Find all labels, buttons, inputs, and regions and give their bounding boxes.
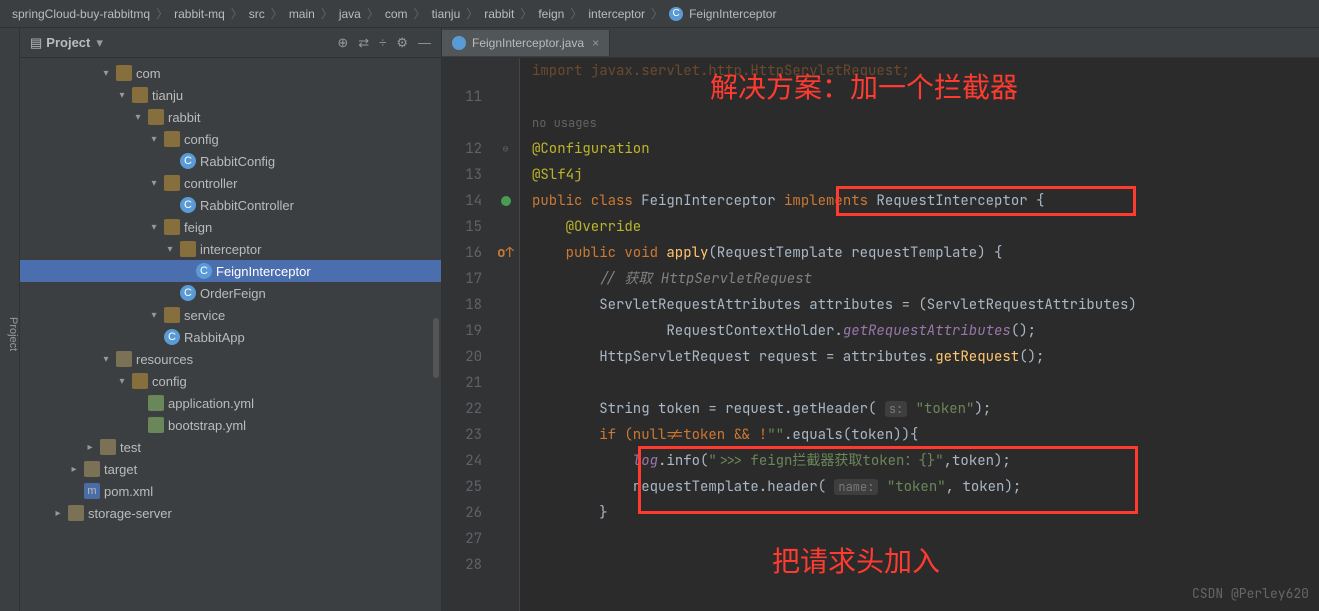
class-icon: C — [180, 197, 196, 213]
project-icon: ▤ — [30, 35, 42, 51]
expand-icon[interactable]: ⇄ — [358, 35, 369, 51]
close-icon[interactable]: × — [592, 36, 599, 50]
folder-open-icon — [164, 307, 180, 323]
crumb[interactable]: src — [249, 7, 265, 21]
class-icon: C — [180, 153, 196, 169]
crumb[interactable]: rabbit — [484, 7, 514, 21]
tree-item[interactable]: ▸storage-server — [20, 502, 441, 524]
tree-item[interactable]: ▾controller — [20, 172, 441, 194]
tree-item[interactable]: CRabbitConfig — [20, 150, 441, 172]
folder-open-icon — [164, 131, 180, 147]
sidebar-header: ▤ Project ▾ ⊕ ⇄ ÷ ⚙ — — [20, 28, 441, 58]
crumb[interactable]: springCloud-buy-rabbitmq — [12, 7, 150, 21]
yml-icon — [148, 417, 164, 433]
project-title: Project — [46, 35, 90, 50]
editor-tabs: FeignInterceptor.java × — [442, 28, 1319, 58]
tree-item[interactable]: COrderFeign — [20, 282, 441, 304]
crumb[interactable]: rabbit-mq — [174, 7, 225, 21]
tree-item[interactable]: ▾feign — [20, 216, 441, 238]
scrollbar[interactable] — [433, 318, 439, 378]
tree-item[interactable]: ▸target — [20, 458, 441, 480]
settings-icon[interactable]: ⚙ — [396, 35, 408, 51]
editor-body[interactable]: 111213141516171819202122232425262728 ⊖o↑… — [442, 58, 1319, 611]
folder-open-icon — [132, 373, 148, 389]
tree-item[interactable]: bootstrap.yml — [20, 414, 441, 436]
folder-open-icon — [132, 87, 148, 103]
crumb[interactable]: FeignInterceptor — [689, 7, 776, 21]
tree-item[interactable]: ▾config — [20, 128, 441, 150]
folder-open-icon — [180, 241, 196, 257]
yml-icon — [148, 395, 164, 411]
tree-item[interactable]: CRabbitController — [20, 194, 441, 216]
project-tree[interactable]: ▾com▾tianju▾rabbit▾configCRabbitConfig▾c… — [20, 58, 441, 611]
folder-open-icon — [148, 109, 164, 125]
gutter-marks: ⊖o↑ — [492, 58, 520, 611]
hide-icon[interactable]: — — [418, 35, 431, 51]
project-sidebar: ▤ Project ▾ ⊕ ⇄ ÷ ⚙ — ▾com▾tianju▾rabbit… — [20, 28, 442, 611]
tree-item[interactable]: application.yml — [20, 392, 441, 414]
no-usages-hint: no usages — [532, 110, 1319, 136]
class-icon: C — [164, 329, 180, 345]
module-icon: m — [84, 483, 100, 499]
collapse-icon[interactable]: ÷ — [379, 35, 386, 51]
tree-item[interactable]: ▾resources — [20, 348, 441, 370]
watermark: CSDN @Perley620 — [1192, 581, 1309, 607]
tree-item[interactable]: CRabbitApp — [20, 326, 441, 348]
folder-icon — [84, 461, 100, 477]
editor-tab[interactable]: FeignInterceptor.java × — [442, 30, 610, 56]
code-area[interactable]: import javax.servlet.http.HttpServletReq… — [520, 58, 1319, 611]
class-icon: C — [180, 285, 196, 301]
folder-open-icon — [164, 219, 180, 235]
folder-open-icon — [116, 65, 132, 81]
class-icon: C — [669, 7, 683, 21]
locate-icon[interactable]: ⊕ — [337, 35, 348, 51]
gutter: 111213141516171819202122232425262728 — [442, 58, 492, 611]
red-highlight-header — [638, 446, 1138, 514]
breadcrumb: springCloud-buy-rabbitmq〉 rabbit-mq〉 src… — [0, 0, 1319, 28]
crumb[interactable]: java — [339, 7, 361, 21]
class-icon: C — [196, 263, 212, 279]
crumb[interactable]: tianju — [432, 7, 461, 21]
tree-item[interactable]: ▾service — [20, 304, 441, 326]
tree-item[interactable]: ▾tianju — [20, 84, 441, 106]
red-annotation-bottom: 把请求头加入 — [772, 550, 940, 576]
crumb[interactable]: com — [385, 7, 408, 21]
editor-panel: FeignInterceptor.java × 1112131415161718… — [442, 28, 1319, 611]
tree-item[interactable]: ▸test — [20, 436, 441, 458]
class-icon — [452, 36, 466, 50]
tree-item[interactable]: ▾com — [20, 62, 441, 84]
tab-label: FeignInterceptor.java — [472, 36, 584, 50]
tree-item[interactable]: CFeignInterceptor — [20, 260, 441, 282]
tree-item[interactable]: ▾interceptor — [20, 238, 441, 260]
crumb[interactable]: feign — [538, 7, 564, 21]
tree-item[interactable]: ▾config — [20, 370, 441, 392]
red-annotation-top: 解决方案：加一个拦截器 — [710, 76, 1018, 102]
crumb[interactable]: interceptor — [588, 7, 645, 21]
folder-icon — [116, 351, 132, 367]
tree-item[interactable]: ▾rabbit — [20, 106, 441, 128]
crumb[interactable]: main — [289, 7, 315, 21]
folder-open-icon — [164, 175, 180, 191]
tree-item[interactable]: mpom.xml — [20, 480, 441, 502]
folder-icon — [100, 439, 116, 455]
folder-icon — [68, 505, 84, 521]
red-highlight-implements — [836, 186, 1136, 216]
project-tool-tab[interactable]: Project — [0, 28, 20, 611]
